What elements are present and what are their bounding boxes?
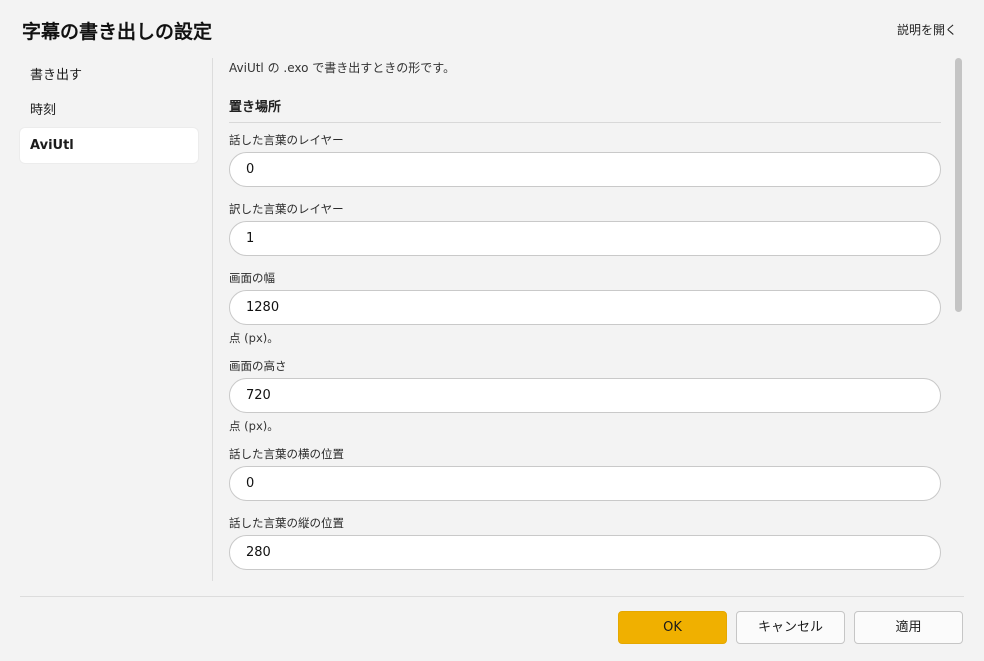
scrollbar-thumb[interactable] <box>955 58 962 312</box>
sidebar-item-label: AviUtl <box>30 138 74 153</box>
sidebar-item-label: 書き出す <box>30 68 83 83</box>
open-help-link[interactable]: 説明を開く <box>897 22 957 38</box>
screen-width-label: 画面の幅 <box>229 271 275 285</box>
speech-layer-label: 話した言葉のレイヤー <box>229 133 344 147</box>
cancel-button[interactable]: キャンセル <box>736 611 845 644</box>
speech-y-position-label: 話した言葉の縦の位置 <box>229 516 344 530</box>
sidebar-item-export[interactable]: 書き出す <box>20 58 198 93</box>
sidebar-item-label: 時刻 <box>30 103 57 118</box>
sidebar-item-time[interactable]: 時刻 <box>20 93 198 128</box>
translation-layer-input[interactable] <box>229 221 941 256</box>
dialog-title: 字幕の書き出しの設定 <box>22 21 213 43</box>
apply-button[interactable]: 適用 <box>854 611 963 644</box>
speech-layer-input[interactable] <box>229 152 941 187</box>
speech-y-position-input[interactable] <box>229 535 941 570</box>
screen-width-input[interactable] <box>229 290 941 325</box>
speech-x-position-input[interactable] <box>229 466 941 501</box>
section-divider <box>229 122 941 123</box>
screen-height-input[interactable] <box>229 378 941 413</box>
ok-button[interactable]: OK <box>618 611 727 644</box>
page-description: AviUtl の .exo で書き出すときの形です。 <box>229 61 456 75</box>
screen-height-hint: 点 (px)。 <box>229 419 279 433</box>
footer-divider <box>20 596 964 597</box>
screen-height-label: 画面の高さ <box>229 359 287 373</box>
sidebar-item-aviutl[interactable]: AviUtl <box>20 128 198 163</box>
screen-width-hint: 点 (px)。 <box>229 331 279 345</box>
section-title: 置き場所 <box>229 100 282 115</box>
sidebar-divider <box>212 58 213 581</box>
speech-x-position-label: 話した言葉の横の位置 <box>229 447 344 461</box>
translation-layer-label: 訳した言葉のレイヤー <box>229 202 344 216</box>
